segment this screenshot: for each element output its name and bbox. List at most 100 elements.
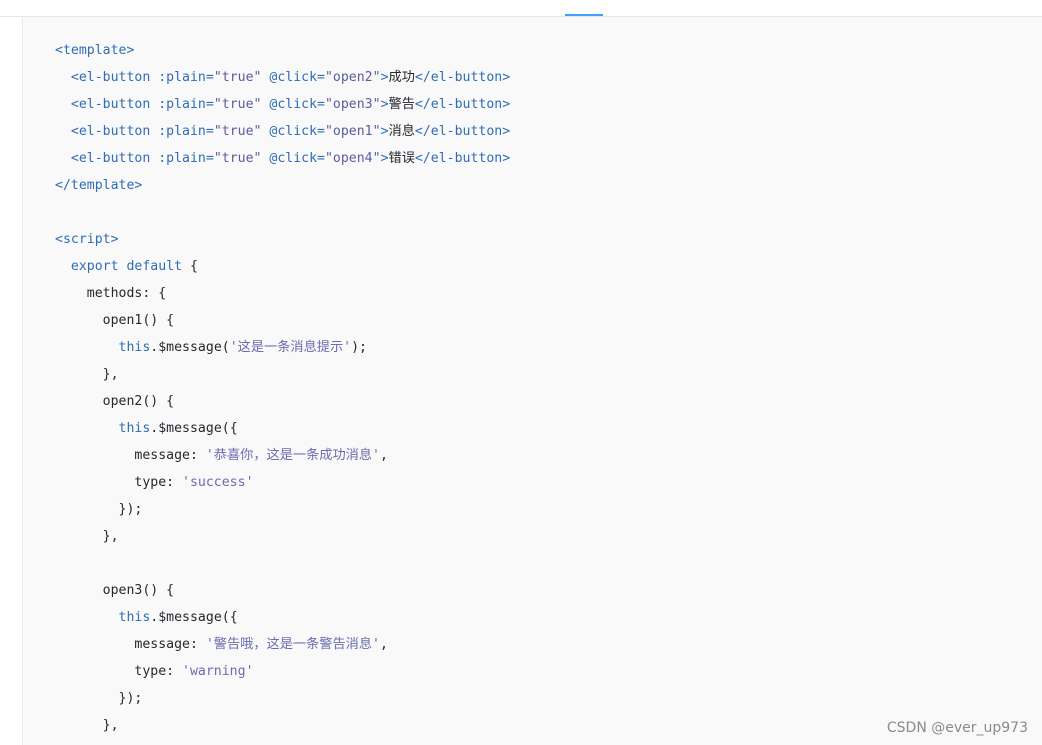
code-token: "true" xyxy=(213,124,262,139)
code-token: , xyxy=(380,448,388,463)
code-token: { xyxy=(182,259,198,274)
code-line: </template> xyxy=(55,172,510,199)
code-token: @click= xyxy=(269,97,325,112)
code-token: .$message( xyxy=(150,340,230,355)
code-line: type: 'warning' xyxy=(55,658,510,685)
code-token: ); xyxy=(351,340,367,355)
code-line: <template> xyxy=(55,37,510,64)
code-token: open1() { xyxy=(55,313,175,328)
code-line: <script> xyxy=(55,226,510,253)
code-line: open2() { xyxy=(55,388,510,415)
code-token: 成功 xyxy=(388,70,415,85)
code-token: 'warning' xyxy=(182,664,254,679)
code-line: <el-button :plain="true" @click="open2">… xyxy=(55,64,510,91)
code-line: }, xyxy=(55,523,510,550)
code-token: 错误 xyxy=(388,151,415,166)
code-line: message: '恭喜你，这是一条成功消息', xyxy=(55,442,510,469)
code-token: '恭喜你，这是一条成功消息' xyxy=(205,448,380,463)
code-token: <el-button xyxy=(70,151,159,166)
code-token: }, xyxy=(55,718,119,733)
code-token: @click= xyxy=(269,124,325,139)
code-token: > xyxy=(380,97,389,112)
code-token: '警告哦，这是一条警告消息' xyxy=(205,637,380,652)
code-token: @click= xyxy=(269,70,325,85)
code-token: , xyxy=(380,637,388,652)
code-line: <el-button :plain="true" @click="open1">… xyxy=(55,118,510,145)
code-token: > xyxy=(380,124,389,139)
code-token: </el-button> xyxy=(414,70,511,85)
code-token: "true" xyxy=(213,70,262,85)
code-token: 消息 xyxy=(388,124,415,139)
code-token: :plain= xyxy=(158,151,214,166)
code-token: }); xyxy=(55,502,143,517)
code-token: }, xyxy=(55,529,119,544)
code-token: type: xyxy=(55,475,183,490)
code-token: "open1" xyxy=(324,124,381,139)
code-token: open2() { xyxy=(55,394,175,409)
code-token: </template> xyxy=(55,178,143,193)
code-token: this xyxy=(118,421,151,436)
code-token: "open4" xyxy=(324,151,381,166)
code-token: .$message({ xyxy=(150,421,238,436)
code-line: }); xyxy=(55,496,510,523)
code-token: <template> xyxy=(55,43,135,58)
code-token: open3() { xyxy=(55,583,175,598)
active-tab-indicator[interactable] xyxy=(565,14,603,16)
code-line: this.$message('这是一条消息提示'); xyxy=(55,334,510,361)
code-content: <template> <el-button :plain="true" @cli… xyxy=(55,37,510,739)
code-line: this.$message({ xyxy=(55,604,510,631)
code-line: <el-button :plain="true" @click="open4">… xyxy=(55,145,510,172)
code-line: message: '警告哦，这是一条警告消息', xyxy=(55,631,510,658)
code-line: export default { xyxy=(55,253,510,280)
code-token: message: xyxy=(55,448,206,463)
code-token: '这是一条消息提示' xyxy=(229,340,352,355)
code-token: }, xyxy=(55,367,119,382)
code-line: <el-button :plain="true" @click="open3">… xyxy=(55,91,510,118)
code-token: this xyxy=(118,340,151,355)
code-token: </el-button> xyxy=(414,97,511,112)
code-token: export default xyxy=(70,259,183,274)
code-token: <el-button xyxy=(70,97,159,112)
code-token: 'success' xyxy=(182,475,254,490)
code-token: :plain= xyxy=(158,124,214,139)
code-line: type: 'success' xyxy=(55,469,510,496)
csdn-watermark: CSDN @ever_up973 xyxy=(886,720,1028,736)
code-token: :plain= xyxy=(158,97,214,112)
code-token: <el-button xyxy=(70,124,159,139)
top-tab-bar xyxy=(0,0,1042,17)
code-token: </el-button> xyxy=(414,151,511,166)
code-token: :plain= xyxy=(158,70,214,85)
code-token: type: xyxy=(55,664,183,679)
code-token: </el-button> xyxy=(414,124,511,139)
code-line: this.$message({ xyxy=(55,415,510,442)
code-line: }, xyxy=(55,712,510,739)
code-token: <el-button xyxy=(70,70,159,85)
code-line: methods: { xyxy=(55,280,510,307)
code-token: "open3" xyxy=(324,97,381,112)
code-token: "open2" xyxy=(324,70,381,85)
code-token: message: xyxy=(55,637,206,652)
code-token: > xyxy=(380,151,389,166)
code-line: }, xyxy=(55,361,510,388)
code-block: <template> <el-button :plain="true" @cli… xyxy=(22,17,1042,745)
code-token: "true" xyxy=(213,151,262,166)
code-token: @click= xyxy=(269,151,325,166)
code-line: open1() { xyxy=(55,307,510,334)
code-token: <script> xyxy=(55,232,119,247)
code-token: > xyxy=(380,70,389,85)
code-line: open3() { xyxy=(55,577,510,604)
code-token: this xyxy=(118,610,151,625)
code-line: }); xyxy=(55,685,510,712)
code-token: 警告 xyxy=(388,97,415,112)
code-token: "true" xyxy=(213,97,262,112)
